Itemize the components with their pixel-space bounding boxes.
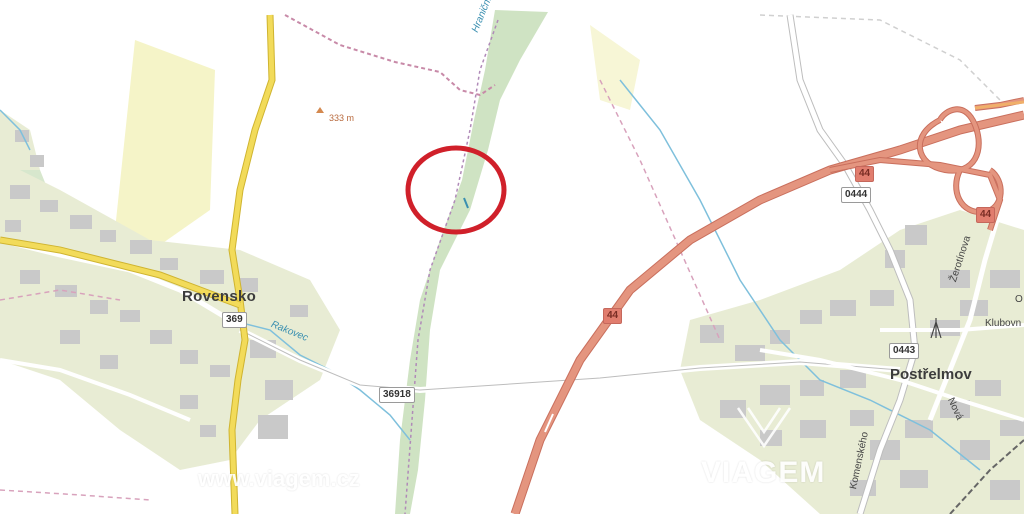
peak-triangle [316, 107, 324, 113]
town-label-postrelmov: Postřelmov [890, 366, 972, 383]
road-shield-44-right: 44 [976, 207, 996, 223]
boundary-north [284, 14, 496, 97]
town-label-rovensko: Rovensko [182, 288, 257, 305]
peak-elevation-label: 333 m [329, 113, 355, 123]
road-shield-369: 369 [222, 312, 247, 328]
road-shield-0444: 0444 [841, 187, 872, 203]
field-yellow-area [115, 40, 215, 245]
watermark-brand: VIAGEM [701, 456, 826, 489]
field-yellow-area-north [590, 25, 640, 110]
map-layer [0, 10, 1024, 514]
map-canvas[interactable]: Rovensko Postřelmov 333 m Hraniční p. Ra… [0, 0, 1024, 514]
street-label-klubovni: Klubovn [985, 318, 1022, 329]
watermark-url: www.viagem.cz [198, 466, 360, 491]
road-shield-44-mid: 44 [603, 308, 623, 324]
road-shield-36918: 36918 [379, 387, 415, 403]
road-shield-44-upper: 44 [855, 166, 875, 182]
road-shield-0443: 0443 [889, 343, 920, 359]
boundary-south [0, 489, 151, 501]
forest-strip [395, 10, 548, 514]
street-label-edge: O [1015, 294, 1023, 305]
